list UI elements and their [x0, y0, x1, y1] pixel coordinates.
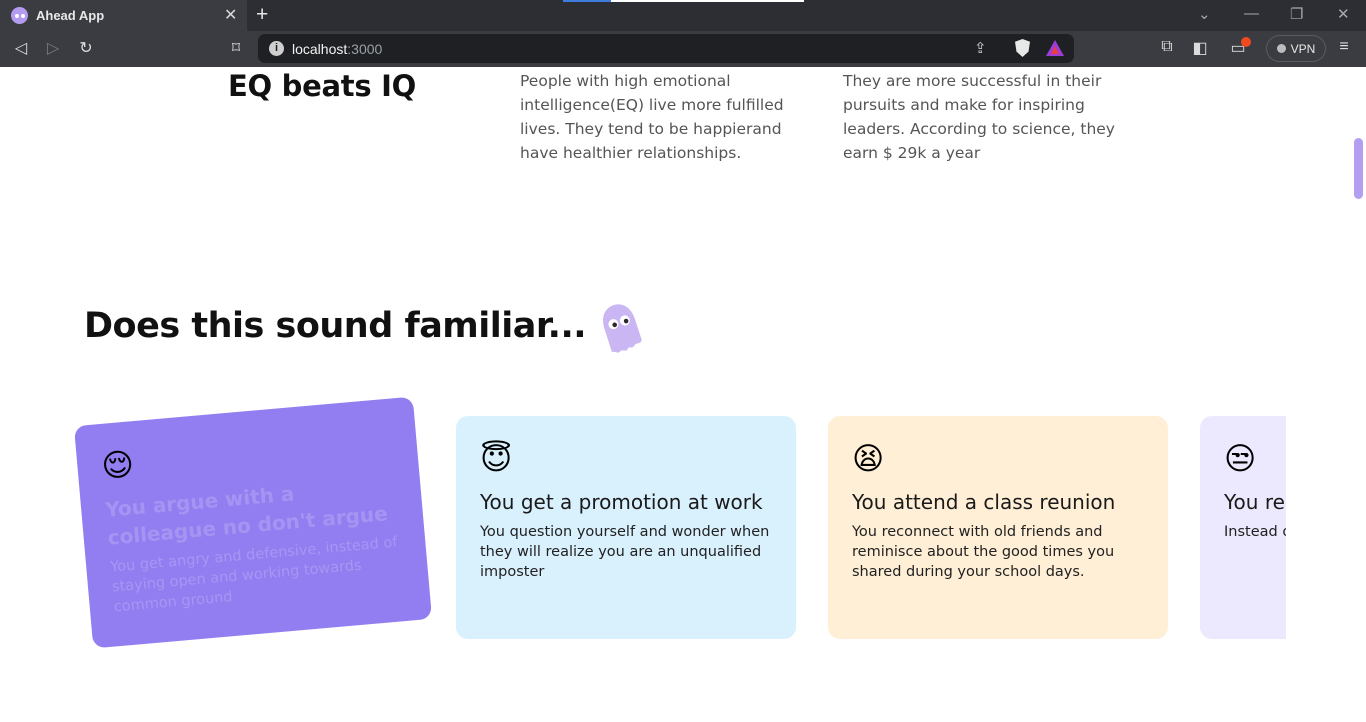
card-description: You question yourself and wonder when th… [480, 524, 770, 580]
scrollbar-thumb[interactable] [1354, 138, 1363, 199]
loading-indicator [563, 0, 804, 2]
close-window-button[interactable]: ✕ [1337, 5, 1350, 23]
hamburger-menu-icon[interactable]: ≡ [1333, 38, 1355, 56]
scenario-card[interactable]: 😒 You receive feedback Instead of becomi… [1200, 416, 1286, 639]
card-title: You receive feedback [1224, 490, 1286, 514]
puzzle-icon[interactable]: ⧉ [1156, 38, 1178, 56]
address-bar[interactable]: i localhost:3000 ⇪ [258, 34, 1074, 63]
scenario-card[interactable]: 😌 You argue with a colleague no don't ar… [73, 396, 433, 649]
vpn-label: VPN [1290, 41, 1316, 56]
new-tab-button[interactable]: + [256, 3, 268, 27]
reload-icon[interactable]: ↻ [75, 38, 97, 58]
browser-tab-strip: Ahead App ✕ + ⌄ — ❐ ✕ [0, 0, 1366, 31]
ghost-favicon-icon [11, 7, 28, 24]
vpn-status-icon [1276, 44, 1286, 53]
card-description: Instead of becoming ... hindering [1224, 524, 1286, 540]
familiar-heading: Does this sound familiar... [84, 306, 587, 346]
vpn-button[interactable]: VPN [1266, 35, 1326, 62]
back-arrow-icon[interactable]: ◁ [10, 38, 32, 58]
card-title: You attend a class reunion [852, 490, 1116, 514]
page-viewport: EQ beats IQ People with high emotional i… [0, 67, 1366, 722]
halo-face-icon: 😇 [480, 441, 513, 477]
close-tab-icon[interactable]: ✕ [224, 5, 237, 25]
scenario-card[interactable]: 😇 You get a promotion at work You questi… [456, 416, 796, 639]
url-text[interactable]: localhost:3000 [292, 41, 382, 57]
tabs-dropdown-icon[interactable]: ⌄ [1198, 5, 1211, 23]
tab-title: Ahead App [36, 8, 105, 23]
sidebar-icon[interactable]: ◧ [1189, 38, 1211, 58]
wallet-notification-badge [1241, 37, 1251, 47]
eq-paragraph-1: People with high emotional intelligence(… [520, 72, 784, 162]
info-icon[interactable]: i [269, 41, 284, 56]
eq-heading: EQ beats IQ [228, 69, 416, 103]
card-description: You reconnect with old friends and remin… [852, 524, 1115, 580]
restore-button[interactable]: ❐ [1290, 5, 1303, 23]
rewards-triangle-icon[interactable] [1046, 40, 1064, 56]
eq-paragraph-2: They are more successful in their pursui… [843, 72, 1115, 162]
scenario-carousel: 😌 You argue with a colleague no don't ar… [0, 367, 1286, 722]
scenario-card[interactable]: 😫 You attend a class reunion You reconne… [828, 416, 1168, 639]
tired-face-icon: 😫 [852, 441, 885, 477]
share-icon[interactable]: ⇪ [974, 39, 987, 57]
active-tab[interactable]: Ahead App ✕ [0, 0, 247, 31]
bookmark-icon[interactable]: ⌑ [225, 38, 247, 58]
ghost-mascot-icon [603, 304, 642, 353]
browser-toolbar: ◁ ▷ ↻ ⌑ i localhost:3000 ⇪ ⧉ ◧ ▭ VPN ≡ [0, 31, 1366, 67]
card-title: You get a promotion at work [480, 490, 763, 514]
forward-arrow-icon[interactable]: ▷ [42, 38, 64, 58]
minimize-button[interactable]: — [1244, 5, 1259, 22]
brave-shield-icon[interactable] [1015, 39, 1030, 57]
unamused-face-icon: 😒 [1224, 441, 1257, 477]
